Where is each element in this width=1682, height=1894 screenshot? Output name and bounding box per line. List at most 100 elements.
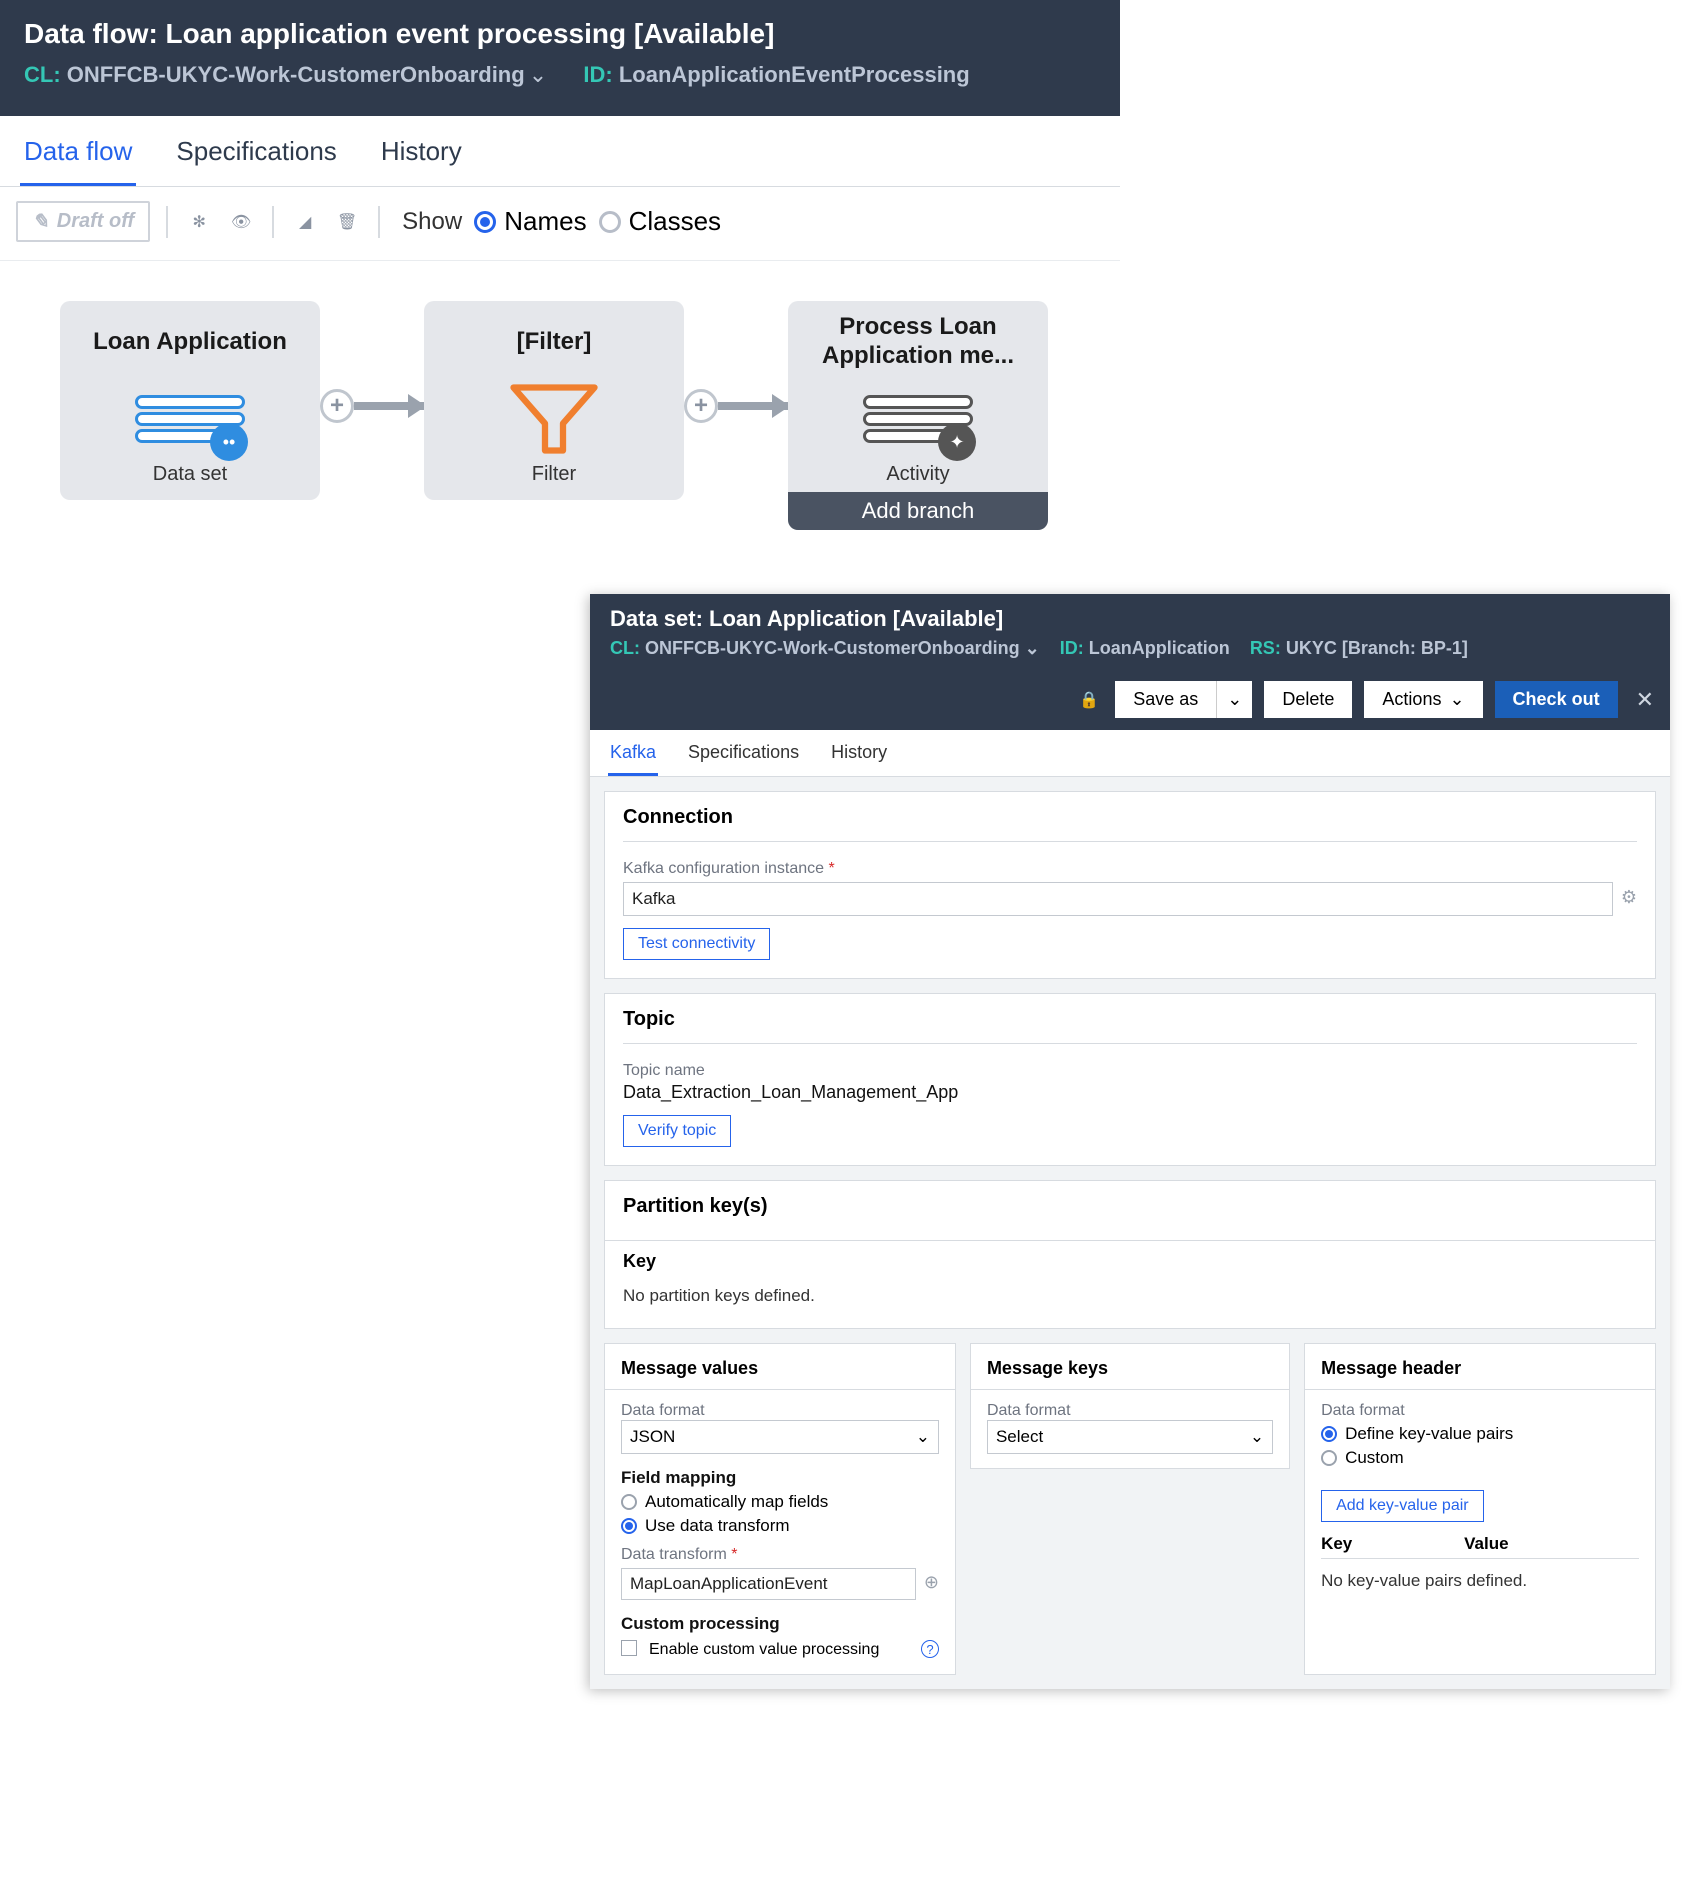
data-set-tabs: Kafka Specifications History bbox=[590, 730, 1670, 777]
flow-canvas[interactable]: Loan Application •• Data set + [Filter] … bbox=[0, 261, 1120, 590]
filter-icon bbox=[434, 381, 674, 457]
cl-value[interactable]: ONFFCB-UKYC-Work-CustomerOnboarding bbox=[67, 62, 525, 87]
tab-history[interactable]: History bbox=[377, 116, 466, 186]
test-connectivity-button[interactable]: Test connectivity bbox=[623, 928, 770, 960]
use-dt-radio[interactable]: Use data transform bbox=[621, 1516, 939, 1536]
kafka-instance-input[interactable] bbox=[623, 882, 1613, 916]
data-set-header: Data set: Loan Application [Available] C… bbox=[590, 594, 1670, 671]
node-title: [Filter] bbox=[434, 313, 674, 371]
data-flow-panel: Data flow: Loan application event proces… bbox=[0, 0, 1120, 590]
define-kv-radio[interactable]: Define key-value pairs bbox=[1321, 1424, 1639, 1444]
eraser-icon[interactable]: ◢ bbox=[290, 207, 320, 237]
topic-section: Topic Topic name Data_Extraction_Loan_Ma… bbox=[604, 993, 1656, 1166]
trash-icon[interactable]: 🗑 bbox=[332, 207, 362, 237]
add-node-button[interactable]: + bbox=[684, 389, 718, 423]
partition-section: Partition key(s) Key No partition keys d… bbox=[604, 1180, 1656, 1329]
tab-data-flow[interactable]: Data flow bbox=[20, 116, 136, 186]
partition-key-label: Key bbox=[605, 1240, 1655, 1272]
help-icon[interactable]: ? bbox=[921, 1640, 939, 1658]
gear-icon[interactable]: ✻ bbox=[184, 207, 214, 237]
target-icon[interactable]: ⊕ bbox=[924, 1572, 939, 1593]
actions-dropdown[interactable]: Actions ⌄ bbox=[1364, 681, 1482, 718]
custom-header-radio[interactable]: Custom bbox=[1321, 1448, 1639, 1468]
mk-format-select[interactable]: Select ⌄ bbox=[987, 1420, 1273, 1454]
mv-format-label: Data format bbox=[621, 1402, 939, 1420]
define-kv-label: Define key-value pairs bbox=[1345, 1424, 1513, 1444]
enable-custom-label: Enable custom value processing bbox=[649, 1640, 911, 1660]
message-columns: Message values Data format JSON ⌄ Field … bbox=[604, 1343, 1656, 1675]
mv-format-select[interactable]: JSON ⌄ bbox=[621, 1420, 939, 1454]
auto-map-label: Automatically map fields bbox=[645, 1492, 828, 1512]
data-set-title: Data set: Loan Application [Available] bbox=[610, 606, 1650, 632]
draft-off-button: ✎ Draft off bbox=[16, 201, 150, 242]
node-caption: Data set bbox=[70, 463, 310, 486]
pencil-icon: ✎ bbox=[32, 209, 49, 234]
divider bbox=[378, 206, 380, 238]
add-node-button[interactable]: + bbox=[320, 389, 354, 423]
verify-topic-button[interactable]: Verify topic bbox=[623, 1115, 731, 1147]
data-transform-input[interactable] bbox=[621, 1568, 916, 1600]
divider bbox=[166, 206, 168, 238]
delete-button[interactable]: Delete bbox=[1264, 681, 1352, 718]
cl-value[interactable]: ONFFCB-UKYC-Work-CustomerOnboarding bbox=[645, 638, 1020, 658]
show-classes-radio[interactable]: Classes bbox=[599, 206, 721, 237]
node-loan-application[interactable]: Loan Application •• Data set bbox=[60, 301, 320, 500]
close-icon[interactable]: ✕ bbox=[1636, 687, 1654, 713]
node-caption: Filter bbox=[434, 463, 674, 486]
kv-header-row: Key Value bbox=[1321, 1534, 1639, 1559]
add-kv-button[interactable]: Add key-value pair bbox=[1321, 1490, 1484, 1522]
eye-icon[interactable]: 👁 bbox=[226, 207, 256, 237]
node-process-loan-activity[interactable]: Process Loan Application me... ✦ Activit… bbox=[788, 301, 1048, 530]
show-classes-label: Classes bbox=[629, 206, 721, 237]
connector: + bbox=[684, 301, 788, 511]
tab-specifications[interactable]: Specifications bbox=[686, 730, 801, 776]
show-label: Show bbox=[402, 208, 462, 236]
show-names-radio[interactable]: Names bbox=[474, 206, 586, 237]
message-keys-box: Message keys Data format Select ⌄ bbox=[970, 1343, 1290, 1469]
node-filter[interactable]: [Filter] Filter bbox=[424, 301, 684, 500]
rs-value: UKYC [Branch: BP-1] bbox=[1286, 638, 1468, 658]
arrow-icon bbox=[718, 402, 788, 410]
tab-history[interactable]: History bbox=[829, 730, 889, 776]
dots-icon: •• bbox=[210, 423, 248, 461]
custom-processing-title: Custom processing bbox=[621, 1614, 939, 1634]
message-values-title: Message values bbox=[605, 1358, 955, 1390]
message-header-box: Message header Data format Define key-va… bbox=[1304, 1343, 1656, 1675]
mk-format-label: Data format bbox=[987, 1402, 1273, 1420]
cl-label: CL: bbox=[610, 638, 640, 658]
mk-format-value: Select bbox=[996, 1427, 1043, 1447]
dt-label: Data transform * bbox=[621, 1546, 939, 1564]
message-header-title: Message header bbox=[1305, 1358, 1655, 1390]
use-dt-label: Use data transform bbox=[645, 1516, 790, 1536]
enable-custom-checkbox[interactable] bbox=[621, 1640, 637, 1656]
connection-title: Connection bbox=[623, 806, 1637, 841]
gear-icon[interactable]: ⚙ bbox=[1621, 887, 1637, 908]
chevron-down-icon[interactable]: ⌄ bbox=[529, 62, 547, 87]
tab-kafka[interactable]: Kafka bbox=[608, 730, 658, 776]
tab-specifications[interactable]: Specifications bbox=[172, 116, 340, 186]
topic-title: Topic bbox=[623, 1008, 1637, 1043]
id-label: ID: bbox=[583, 62, 612, 87]
wand-icon: ✦ bbox=[938, 423, 976, 461]
partition-title: Partition key(s) bbox=[623, 1195, 1637, 1230]
lock-icon: 🔒 bbox=[1079, 690, 1099, 710]
kv-key-col: Key bbox=[1321, 1534, 1464, 1554]
auto-map-radio[interactable]: Automatically map fields bbox=[621, 1492, 939, 1512]
kv-empty-text: No key-value pairs defined. bbox=[1321, 1559, 1639, 1603]
save-as-dropdown[interactable]: ⌄ bbox=[1216, 681, 1252, 718]
message-keys-title: Message keys bbox=[971, 1358, 1289, 1390]
message-values-box: Message values Data format JSON ⌄ Field … bbox=[604, 1343, 956, 1675]
save-as-button[interactable]: Save as bbox=[1115, 681, 1216, 718]
connector: + bbox=[320, 301, 424, 511]
data-flow-title: Data flow: Loan application event proces… bbox=[24, 18, 1096, 50]
id-label: ID: bbox=[1060, 638, 1084, 658]
topic-name-value: Data_Extraction_Loan_Management_App bbox=[623, 1082, 1637, 1103]
custom-header-label: Custom bbox=[1345, 1448, 1404, 1468]
chevron-down-icon[interactable]: ⌄ bbox=[1020, 638, 1040, 658]
data-flow-header: Data flow: Loan application event proces… bbox=[0, 0, 1120, 116]
check-out-button[interactable]: Check out bbox=[1495, 681, 1618, 718]
data-flow-meta: CL: ONFFCB-UKYC-Work-CustomerOnboarding⌄… bbox=[24, 62, 1096, 88]
data-set-meta: CL: ONFFCB-UKYC-Work-CustomerOnboarding … bbox=[610, 638, 1650, 659]
add-branch-button[interactable]: Add branch bbox=[788, 492, 1048, 530]
node-title: Loan Application bbox=[70, 313, 310, 371]
